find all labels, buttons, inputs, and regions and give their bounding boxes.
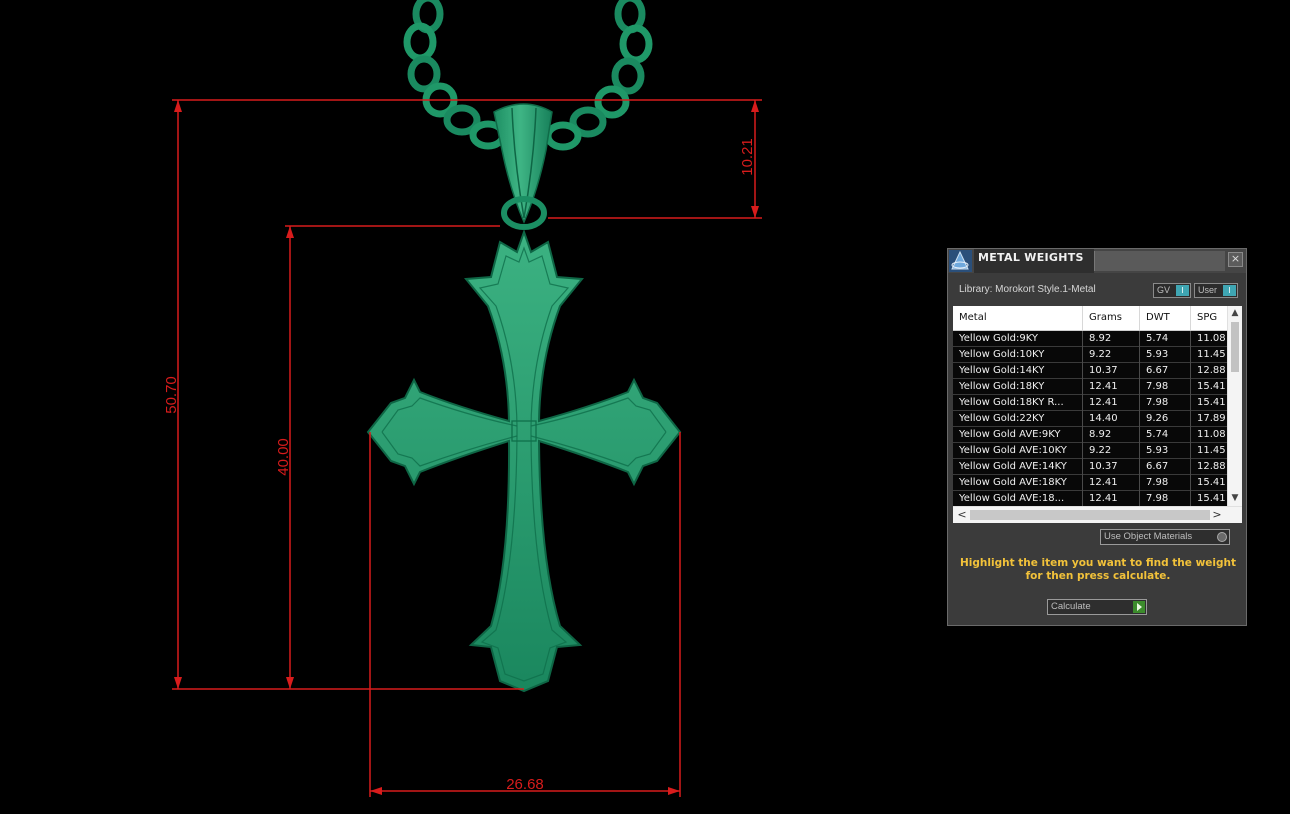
- vertical-scroll-thumb[interactable]: [1231, 322, 1239, 372]
- use-object-materials-toggle[interactable]: Use Object Materials: [1100, 529, 1230, 545]
- table-row[interactable]: Yellow Gold AVE:10KY 9.22 5.93 11.45: [953, 443, 1227, 459]
- table-row[interactable]: Yellow Gold:10KY 9.22 5.93 11.45: [953, 347, 1227, 363]
- cell-dwt: 7.98: [1140, 395, 1191, 411]
- table-header: Metal Grams DWT SPG: [953, 306, 1227, 331]
- rhino-plugin-logo-icon: [949, 250, 972, 272]
- cell-dwt: 7.98: [1140, 475, 1191, 491]
- column-header-spg[interactable]: SPG: [1191, 306, 1231, 330]
- cell-metal: Yellow Gold AVE:9KY: [953, 427, 1083, 443]
- cell-spg: 15.41: [1197, 477, 1226, 488]
- table-row[interactable]: Yellow Gold:14KY 10.37 6.67 12.88: [953, 363, 1227, 379]
- cell-spg: 12.88: [1197, 365, 1226, 376]
- calculate-label: Calculate: [1051, 601, 1091, 612]
- panel-header[interactable]: METAL WEIGHTS ×: [948, 249, 1246, 273]
- play-arrow-icon: [1133, 601, 1145, 613]
- horizontal-scroll-thumb[interactable]: [970, 510, 1210, 520]
- cell-grams: 9.22: [1083, 443, 1140, 459]
- table-row[interactable]: Yellow Gold:18KY 12.41 7.98 15.41: [953, 379, 1227, 395]
- cell-dwt: 6.67: [1140, 459, 1191, 475]
- cell-dwt: 9.26: [1140, 411, 1191, 427]
- panel-title: METAL WEIGHTS: [978, 251, 1084, 264]
- panel-tab-strip: [1094, 251, 1225, 271]
- cell-grams: 8.92: [1083, 331, 1140, 347]
- user-indicator-icon: I: [1223, 285, 1236, 296]
- horizontal-scrollbar[interactable]: < >: [953, 506, 1242, 523]
- scroll-right-icon[interactable]: >: [1211, 508, 1223, 522]
- cell-spg: 15.41: [1197, 397, 1226, 408]
- pendant-bail: [493, 103, 553, 230]
- cell-spg: 11.08: [1197, 333, 1226, 344]
- metal-weights-panel: METAL WEIGHTS × Library: Morokort Style.…: [947, 248, 1247, 626]
- instruction-text: Highlight the item you want to find the …: [960, 557, 1236, 582]
- dimension-overall-height: 50.70: [163, 376, 180, 414]
- table-row[interactable]: Yellow Gold AVE:14KY 10.37 6.67 12.88: [953, 459, 1227, 475]
- table-body: Yellow Gold:9KY 8.92 5.74 11.08 Yellow Gold:…: [953, 331, 1227, 507]
- gv-toggle[interactable]: GV I: [1153, 283, 1191, 298]
- column-header-dwt[interactable]: DWT: [1140, 306, 1191, 330]
- metal-weights-table[interactable]: Metal Grams DWT SPG Yellow Gold:9KY 8.92 5…: [953, 306, 1242, 523]
- cell-spg: 15.41: [1197, 381, 1226, 392]
- cell-metal: Yellow Gold AVE:14KY: [953, 459, 1083, 475]
- cell-grams: 12.41: [1083, 379, 1140, 395]
- cell-spg: 12.88: [1197, 461, 1226, 472]
- panel-title-tab[interactable]: METAL WEIGHTS: [974, 249, 1094, 273]
- cell-metal: Yellow Gold:22KY: [953, 411, 1083, 427]
- cell-spg: 11.08: [1197, 429, 1226, 440]
- table-row[interactable]: Yellow Gold AVE:18... 12.41 7.98 15.41: [953, 491, 1227, 507]
- gv-label: GV: [1157, 285, 1171, 295]
- cell-grams: 12.41: [1083, 475, 1140, 491]
- library-label: Library: Morokort Style.1-Metal: [959, 284, 1096, 295]
- cell-grams: 8.92: [1083, 427, 1140, 443]
- cell-dwt: 7.98: [1140, 379, 1191, 395]
- calculate-button[interactable]: Calculate: [1047, 599, 1147, 615]
- cell-dwt: 5.74: [1140, 331, 1191, 347]
- table-row[interactable]: Yellow Gold AVE:9KY 8.92 5.74 11.08: [953, 427, 1227, 443]
- scroll-up-icon[interactable]: ▲: [1228, 306, 1242, 320]
- cell-metal: Yellow Gold AVE:18...: [953, 491, 1083, 507]
- cell-metal: Yellow Gold:10KY: [953, 347, 1083, 363]
- cell-grams: 10.37: [1083, 363, 1140, 379]
- user-label: User: [1198, 285, 1218, 295]
- scroll-left-icon[interactable]: <: [956, 508, 968, 522]
- use-object-materials-label: Use Object Materials: [1104, 531, 1193, 542]
- cell-spg: 17.89: [1197, 413, 1226, 424]
- cell-dwt: 7.98: [1140, 491, 1191, 507]
- radio-icon: [1217, 532, 1227, 542]
- cell-grams: 12.41: [1083, 395, 1140, 411]
- dimension-width: 26.68: [506, 776, 544, 793]
- table-row[interactable]: Yellow Gold:18KY R... 12.41 7.98 15.41: [953, 395, 1227, 411]
- cell-grams: 10.37: [1083, 459, 1140, 475]
- cell-dwt: 5.93: [1140, 443, 1191, 459]
- cell-metal: Yellow Gold AVE:10KY: [953, 443, 1083, 459]
- cell-metal: Yellow Gold:9KY: [953, 331, 1083, 347]
- cell-metal: Yellow Gold AVE:18KY: [953, 475, 1083, 491]
- cell-dwt: 6.67: [1140, 363, 1191, 379]
- scroll-down-icon[interactable]: ▼: [1228, 491, 1242, 505]
- vertical-scrollbar[interactable]: ▲ ▼: [1227, 306, 1242, 506]
- close-button[interactable]: ×: [1228, 252, 1243, 267]
- cell-grams: 12.41: [1083, 491, 1140, 507]
- close-icon: ×: [1230, 252, 1241, 265]
- cell-dwt: 5.93: [1140, 347, 1191, 363]
- dimension-cross-height: 40.00: [275, 438, 292, 476]
- cell-metal: Yellow Gold:18KY: [953, 379, 1083, 395]
- table-row[interactable]: Yellow Gold:22KY 14.40 9.26 17.89: [953, 411, 1227, 427]
- cell-metal: Yellow Gold:14KY: [953, 363, 1083, 379]
- column-header-metal[interactable]: Metal: [953, 306, 1083, 330]
- cell-grams: 14.40: [1083, 411, 1140, 427]
- cross-pendant-model: [366, 228, 682, 693]
- table-row[interactable]: Yellow Gold:9KY 8.92 5.74 11.08: [953, 331, 1227, 347]
- cell-spg: 11.45: [1197, 445, 1226, 456]
- column-header-grams[interactable]: Grams: [1083, 306, 1140, 330]
- cell-spg: 15.41: [1197, 493, 1226, 504]
- cell-dwt: 5.74: [1140, 427, 1191, 443]
- table-row[interactable]: Yellow Gold AVE:18KY 12.41 7.98 15.41: [953, 475, 1227, 491]
- cell-spg: 11.45: [1197, 349, 1226, 360]
- gv-indicator-icon: I: [1176, 285, 1189, 296]
- user-toggle[interactable]: User I: [1194, 283, 1238, 298]
- cell-metal: Yellow Gold:18KY R...: [953, 395, 1083, 411]
- dimension-bail-height: 10.21: [739, 138, 756, 176]
- cell-grams: 9.22: [1083, 347, 1140, 363]
